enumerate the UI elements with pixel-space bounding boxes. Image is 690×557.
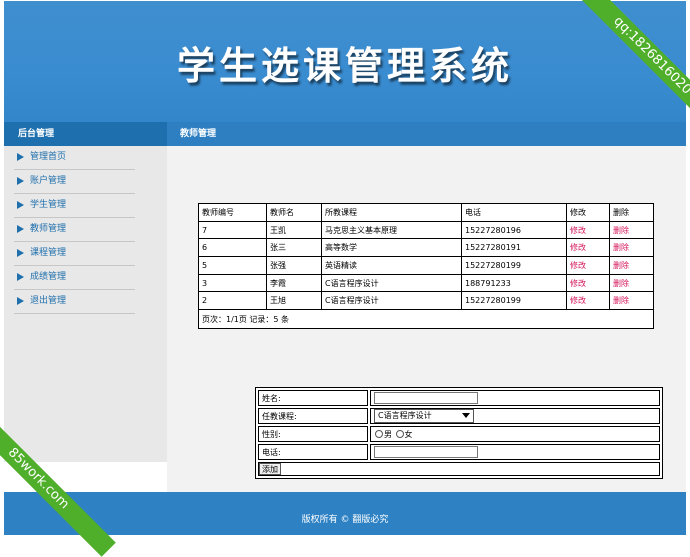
form-row-phone: 电话: bbox=[258, 444, 660, 460]
column-header: 电话 bbox=[461, 203, 567, 222]
submit-cell: 添加 bbox=[258, 462, 660, 476]
site-footer: 版权所有 © 翻版必究 bbox=[4, 492, 686, 535]
arrow-right-icon bbox=[17, 177, 24, 185]
cell-name: 王凯 bbox=[266, 220, 322, 240]
arrow-right-icon bbox=[17, 249, 24, 257]
delete-link[interactable]: 删除 bbox=[609, 256, 654, 275]
sidebar-item-students[interactable]: 学生管理 bbox=[14, 194, 135, 218]
edit-link[interactable]: 修改 bbox=[566, 220, 610, 240]
delete-link[interactable]: 删除 bbox=[609, 291, 654, 311]
page-title: 教师管理 bbox=[167, 122, 686, 146]
main-panel: 教师管理 教师编号 教师名 所教课程 电话 修改 删除 7 王凯 马克思主义基本… bbox=[167, 122, 686, 492]
sidebar-item-label: 退出管理 bbox=[30, 296, 67, 306]
table-row: 7 王凯 马克思主义基本原理 15227280196 修改 删除 bbox=[198, 220, 654, 240]
sidebar-item-courses[interactable]: 课程管理 bbox=[14, 242, 135, 266]
cell-course: 马克思主义基本原理 bbox=[321, 220, 462, 240]
delete-link[interactable]: 删除 bbox=[609, 238, 654, 258]
form-row-submit: 添加 bbox=[258, 462, 660, 476]
sidebar-item-label: 课程管理 bbox=[30, 248, 67, 258]
sidebar-item-label: 账户管理 bbox=[30, 176, 67, 186]
column-header: 教师编号 bbox=[198, 203, 267, 222]
column-header: 修改 bbox=[566, 203, 610, 222]
cell-course: 高等数学 bbox=[321, 238, 462, 258]
table-row: 2 王旭 C语言程序设计 15227280199 修改 删除 bbox=[198, 291, 654, 311]
arrow-right-icon bbox=[17, 273, 24, 281]
delete-link[interactable]: 删除 bbox=[609, 220, 654, 240]
cell-phone: 15227280199 bbox=[461, 291, 567, 311]
sidebar-item-label: 学生管理 bbox=[30, 200, 67, 210]
table-header-row: 教师编号 教师名 所教课程 电话 修改 删除 bbox=[198, 203, 654, 222]
cell-name: 张强 bbox=[266, 256, 322, 275]
cell-phone: 15227280199 bbox=[461, 256, 567, 275]
pager-row: 页次：1/1页 记录：5 条 bbox=[198, 309, 654, 330]
form-row-name: 姓名: bbox=[258, 390, 660, 406]
column-header: 所教课程 bbox=[321, 203, 462, 222]
table-row: 6 张三 高等数学 15227280191 修改 删除 bbox=[198, 238, 654, 258]
cell-id: 6 bbox=[198, 238, 267, 258]
gender-female-label: 女 bbox=[404, 429, 413, 439]
sidebar-item-label: 教师管理 bbox=[30, 224, 67, 234]
cell-course: 英语精读 bbox=[321, 256, 462, 275]
name-input[interactable] bbox=[374, 392, 478, 404]
sidebar-item-accounts[interactable]: 账户管理 bbox=[14, 170, 135, 194]
gender-label: 性别: bbox=[258, 426, 368, 442]
cell-course: C语言程序设计 bbox=[321, 273, 462, 293]
cell-id: 5 bbox=[198, 256, 267, 275]
phone-label: 电话: bbox=[258, 444, 368, 460]
gender-male-radio[interactable] bbox=[375, 430, 383, 438]
add-button[interactable]: 添加 bbox=[259, 463, 281, 475]
table-row: 5 张强 英语精读 15227280199 修改 删除 bbox=[198, 256, 654, 275]
delete-link[interactable]: 删除 bbox=[609, 273, 654, 293]
sidebar-title: 后台管理 bbox=[4, 122, 167, 146]
sidebar-item-home[interactable]: 管理首页 bbox=[14, 146, 135, 170]
gender-female-radio[interactable] bbox=[395, 430, 404, 438]
sidebar-item-label: 管理首页 bbox=[30, 152, 67, 162]
cell-name: 王旭 bbox=[266, 291, 322, 311]
name-label: 姓名: bbox=[258, 390, 368, 406]
cell-name: 张三 bbox=[266, 238, 322, 258]
cell-id: 3 bbox=[198, 273, 267, 293]
sidebar-item-teachers[interactable]: 教师管理 bbox=[14, 218, 135, 242]
site-header: 学生选课管理系统 bbox=[4, 1, 686, 122]
sidebar-item-logout[interactable]: 退出管理 bbox=[14, 290, 135, 314]
course-select-value: C语言程序设计 bbox=[378, 411, 432, 420]
add-teacher-form: 姓名: 任教课程: C语言程序设计 性别: 男 女 电话: 添加 bbox=[255, 387, 663, 479]
table-row: 3 李霞 C语言程序设计 188791233 修改 删除 bbox=[198, 273, 654, 293]
cell-id: 2 bbox=[198, 291, 267, 311]
edit-link[interactable]: 修改 bbox=[566, 238, 610, 258]
site-title: 学生选课管理系统 bbox=[176, 43, 513, 88]
cell-name: 李霞 bbox=[266, 273, 322, 293]
name-cell bbox=[370, 390, 660, 406]
column-header: 删除 bbox=[609, 203, 654, 222]
phone-input[interactable] bbox=[374, 446, 478, 458]
course-label: 任教课程: bbox=[258, 408, 368, 424]
gender-cell: 男 女 bbox=[370, 426, 660, 442]
chevron-down-icon bbox=[462, 413, 470, 418]
cell-course: C语言程序设计 bbox=[321, 291, 462, 311]
course-cell: C语言程序设计 bbox=[370, 408, 660, 424]
arrow-right-icon bbox=[17, 201, 24, 209]
form-row-gender: 性别: 男 女 bbox=[258, 426, 660, 442]
cell-phone: 15227280196 bbox=[461, 220, 567, 240]
sidebar-menu: 管理首页 账户管理 学生管理 教师管理 课程管理 成绩管理 退出管理 bbox=[4, 146, 167, 314]
form-row-course: 任教课程: C语言程序设计 bbox=[258, 408, 660, 424]
cell-id: 7 bbox=[198, 220, 267, 240]
pager-text: 页次：1/1页 记录：5 条 bbox=[198, 309, 654, 330]
arrow-right-icon bbox=[17, 225, 24, 233]
cell-phone: 15227280191 bbox=[461, 238, 567, 258]
sidebar: 后台管理 管理首页 账户管理 学生管理 教师管理 课程管理 成绩管理 退出管理 bbox=[4, 122, 167, 462]
course-select[interactable]: C语言程序设计 bbox=[374, 409, 474, 423]
cell-phone: 188791233 bbox=[461, 273, 567, 293]
column-header: 教师名 bbox=[266, 203, 322, 222]
edit-link[interactable]: 修改 bbox=[566, 256, 610, 275]
gender-male-label: 男 bbox=[384, 429, 392, 439]
sidebar-item-label: 成绩管理 bbox=[30, 272, 67, 282]
edit-link[interactable]: 修改 bbox=[566, 273, 610, 293]
edit-link[interactable]: 修改 bbox=[566, 291, 610, 311]
sidebar-item-grades[interactable]: 成绩管理 bbox=[14, 266, 135, 290]
arrow-right-icon bbox=[17, 153, 24, 161]
arrow-right-icon bbox=[17, 297, 24, 305]
teacher-table: 教师编号 教师名 所教课程 电话 修改 删除 7 王凯 马克思主义基本原理 15… bbox=[198, 203, 654, 330]
phone-cell bbox=[370, 444, 660, 460]
